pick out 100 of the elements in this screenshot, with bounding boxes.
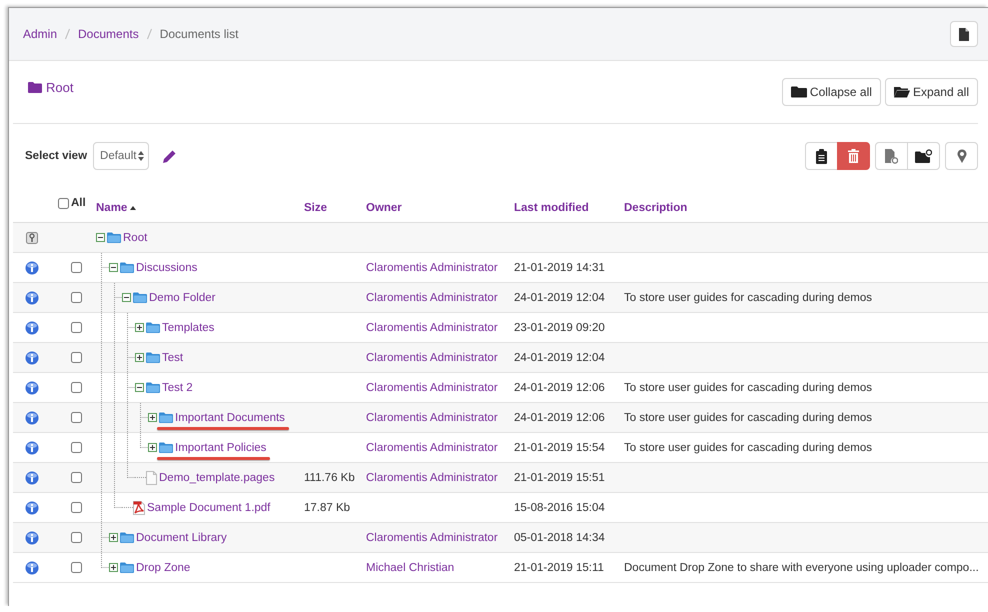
info-icon[interactable] bbox=[24, 500, 38, 514]
row-checkbox[interactable] bbox=[70, 442, 82, 453]
owner-link[interactable]: Claromentis Administrator bbox=[366, 442, 514, 454]
owner-link[interactable]: Claromentis Administrator bbox=[366, 352, 514, 364]
folder-icon bbox=[120, 262, 134, 273]
row-checkbox[interactable] bbox=[70, 532, 82, 543]
root-folder-link[interactable]: Root bbox=[28, 80, 74, 95]
info-icon[interactable] bbox=[24, 530, 38, 544]
open-folder-icon bbox=[894, 86, 910, 98]
pencil-icon[interactable] bbox=[163, 150, 176, 162]
row-checkbox[interactable] bbox=[70, 412, 82, 423]
folder-icon bbox=[146, 322, 160, 333]
expand-toggle[interactable] bbox=[135, 353, 144, 362]
folder-link[interactable]: Document Library bbox=[136, 532, 227, 544]
folder-icon bbox=[146, 382, 160, 393]
row-checkbox[interactable] bbox=[70, 292, 82, 303]
expand-toggle[interactable] bbox=[109, 563, 118, 572]
owner-link[interactable]: Claromentis Administrator bbox=[366, 532, 514, 544]
owner-link[interactable]: Claromentis Administrator bbox=[366, 322, 514, 334]
expand-toggle[interactable] bbox=[109, 533, 118, 542]
modified-cell-text: 21-01-2019 15:51 bbox=[514, 472, 606, 484]
location-button[interactable] bbox=[945, 142, 978, 170]
expand-toggle[interactable] bbox=[135, 323, 144, 332]
folder-link[interactable]: Demo Folder bbox=[149, 292, 216, 304]
trash-icon bbox=[848, 149, 859, 163]
expand-toggle[interactable] bbox=[148, 443, 157, 452]
info-icon[interactable] bbox=[24, 290, 38, 304]
file-link[interactable]: Demo_template.pages bbox=[159, 472, 275, 484]
delete-button[interactable] bbox=[837, 142, 870, 170]
folder-link[interactable]: Important Policies bbox=[175, 442, 266, 454]
info-icon[interactable] bbox=[24, 560, 38, 574]
owner-link[interactable]: Claromentis Administrator bbox=[366, 472, 514, 484]
info-icon[interactable] bbox=[24, 410, 38, 424]
folder-icon bbox=[159, 412, 173, 423]
description-cell-text: To store user guides for cascading during demos bbox=[624, 442, 874, 454]
column-header[interactable]: Name bbox=[96, 202, 304, 214]
description-cell-text: To store user guides for cascading during demos bbox=[624, 412, 874, 424]
owner-link[interactable]: Claromentis Administrator bbox=[366, 412, 514, 424]
folder-link[interactable]: Discussions bbox=[136, 262, 198, 274]
collapse-toggle[interactable] bbox=[96, 233, 105, 242]
row-checkbox[interactable] bbox=[70, 502, 82, 513]
breadcrumb-link[interactable]: Documents bbox=[78, 27, 139, 41]
breadcrumb-separator bbox=[65, 28, 70, 40]
info-icon[interactable] bbox=[24, 440, 38, 454]
column-header[interactable]: Owner bbox=[366, 202, 514, 214]
file-gear-icon bbox=[885, 148, 898, 164]
modified-cell-text: 05-01-2018 14:34 bbox=[514, 532, 606, 544]
description-cell-text: To store user guides for cascading during demos bbox=[624, 292, 874, 304]
info-icon[interactable] bbox=[24, 380, 38, 394]
folder-link[interactable]: Important Documents bbox=[175, 412, 285, 424]
modified-cell-text: 21-01-2019 15:11 bbox=[514, 562, 605, 574]
collapse-toggle[interactable] bbox=[135, 383, 144, 392]
owner-link[interactable]: Michael Christian bbox=[366, 562, 514, 574]
new-folder-button[interactable] bbox=[907, 142, 940, 170]
folder-icon bbox=[28, 82, 42, 93]
row-checkbox[interactable] bbox=[70, 382, 82, 393]
folder-icon bbox=[120, 532, 134, 543]
row-checkbox[interactable] bbox=[70, 352, 82, 363]
collapse-toggle[interactable] bbox=[122, 293, 131, 302]
info-icon[interactable] bbox=[24, 260, 38, 274]
column-header[interactable]: Description bbox=[624, 202, 988, 214]
row-checkbox[interactable] bbox=[70, 562, 82, 573]
clipboard-button[interactable] bbox=[805, 142, 838, 170]
description-cell-text: Document Drop Zone to share with everyone using uploader compo... bbox=[624, 562, 980, 574]
info-icon[interactable] bbox=[24, 320, 38, 334]
clipboard-icon bbox=[816, 148, 827, 164]
folder-link[interactable]: Templates bbox=[162, 322, 214, 334]
row-checkbox[interactable] bbox=[70, 472, 82, 483]
folder-link[interactable]: Root bbox=[123, 232, 148, 244]
folder-icon bbox=[146, 352, 160, 363]
key-icon[interactable] bbox=[26, 232, 38, 244]
modified-cell-text: 23-01-2019 09:20 bbox=[514, 322, 606, 334]
collapse-toggle[interactable] bbox=[109, 263, 118, 272]
breadcrumb-link[interactable]: Admin bbox=[23, 27, 58, 41]
folder-link[interactable]: Drop Zone bbox=[136, 562, 190, 574]
size-cell-text: 111.76 Kb bbox=[304, 472, 356, 484]
owner-link[interactable]: Claromentis Administrator bbox=[366, 292, 514, 304]
file-settings-button[interactable] bbox=[875, 142, 908, 170]
row-checkbox[interactable] bbox=[70, 322, 82, 333]
collapse-all-button[interactable]: Collapse all bbox=[782, 78, 881, 106]
owner-link[interactable]: Claromentis Administrator bbox=[366, 262, 514, 274]
modified-cell-text: 24-01-2019 12:04 bbox=[514, 352, 606, 364]
description-cell-text: To store user guides for cascading during demos bbox=[624, 382, 874, 394]
column-header[interactable]: Size bbox=[304, 202, 366, 214]
owner-link[interactable]: Claromentis Administrator bbox=[366, 382, 514, 394]
column-header[interactable]: Last modified bbox=[514, 202, 624, 214]
folder-link[interactable]: Test bbox=[162, 352, 184, 364]
size-cell-text: 17.87 Kb bbox=[304, 502, 352, 514]
document-button[interactable] bbox=[950, 21, 978, 47]
view-select[interactable]: Default bbox=[93, 142, 150, 170]
document-icon bbox=[959, 28, 969, 40]
row-checkbox[interactable] bbox=[70, 262, 82, 273]
info-icon[interactable] bbox=[24, 350, 38, 364]
expand-all-button[interactable]: Expand all bbox=[884, 78, 978, 106]
folder-link[interactable]: Test 2 bbox=[162, 382, 193, 394]
info-icon[interactable] bbox=[24, 470, 38, 484]
select-all-checkbox[interactable] bbox=[58, 198, 69, 208]
modified-cell-text: 24-01-2019 12:04 bbox=[514, 292, 606, 304]
file-link[interactable]: Sample Document 1.pdf bbox=[147, 502, 270, 514]
expand-toggle[interactable] bbox=[148, 413, 157, 422]
